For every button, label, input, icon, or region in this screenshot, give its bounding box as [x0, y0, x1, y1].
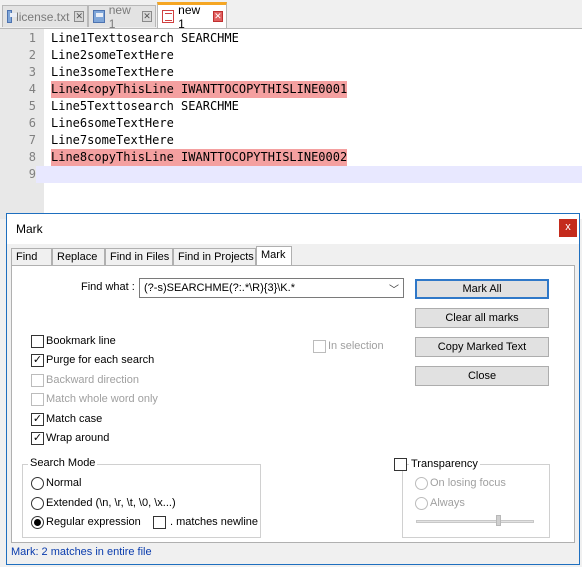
mark-panel: Find what : (?-s)SEARCHME(?:.*\R){3}\K.*…: [11, 265, 575, 543]
close-icon[interactable]: x: [559, 219, 577, 237]
editor-line[interactable]: 2 Line2someTextHere: [0, 47, 582, 64]
regex-label: Regular expression: [46, 516, 141, 528]
line-number: 5: [28, 99, 36, 113]
transparency-label: Transparency: [409, 458, 480, 470]
line-text: Line3someTextHere: [51, 65, 174, 79]
tab-find[interactable]: Find: [11, 248, 52, 266]
regex-radio[interactable]: [31, 516, 44, 529]
matches-newline-checkbox[interactable]: [153, 516, 166, 529]
find-what-combobox[interactable]: (?-s)SEARCHME(?:.*\R){3}\K.* ﹀: [139, 278, 404, 298]
always-label: Always: [430, 497, 465, 509]
editor-line[interactable]: 4 Line4copyThisLine IWANTTOCOPYTHISLINE0…: [0, 81, 582, 98]
purge-label: Purge for each search: [46, 354, 155, 366]
on-losing-focus-radio[interactable]: [415, 477, 428, 490]
matches-newline-label: . matches newline: [170, 516, 259, 528]
search-mode-title: Search Mode: [28, 457, 98, 469]
line-number: 4: [28, 82, 36, 96]
transparency-checkbox[interactable]: [394, 458, 407, 471]
tab-mark[interactable]: Mark: [256, 246, 292, 267]
close-button[interactable]: Close: [415, 366, 549, 386]
tab-label: license.txt: [16, 9, 70, 24]
bookmark-line-label: Bookmark line: [46, 335, 116, 347]
on-losing-focus-label: On losing focus: [430, 477, 506, 489]
chevron-down-icon[interactable]: ﹀: [389, 281, 399, 296]
find-what-value: (?-s)SEARCHME(?:.*\R){3}\K.*: [144, 282, 295, 294]
marked-line-text: Line4copyThisLine IWANTTOCOPYTHISLINE000…: [51, 81, 348, 98]
line-number: 1: [28, 31, 36, 45]
line-text: Line6someTextHere: [51, 116, 174, 130]
wrap-around-checkbox[interactable]: ✓: [31, 432, 44, 445]
tab-new-1-a[interactable]: new 1 ✕: [88, 3, 156, 31]
always-radio[interactable]: [415, 497, 428, 510]
close-tab-icon[interactable]: ✕: [212, 11, 223, 22]
tab-label: new 1: [108, 2, 131, 31]
in-selection-label: In selection: [328, 340, 384, 352]
tab-find-in-projects[interactable]: Find in Projects: [173, 248, 256, 266]
line-number: 2: [28, 48, 36, 62]
extended-label: Extended (\n, \r, \t, \0, \x...): [46, 497, 176, 509]
status-message: Mark: 2 matches in entire file: [11, 546, 152, 558]
match-whole-word-label: Match whole word only: [46, 393, 158, 405]
tab-replace[interactable]: Replace: [52, 248, 105, 266]
normal-radio[interactable]: [31, 477, 44, 490]
mark-all-button[interactable]: Mark All: [415, 279, 549, 299]
radio-selected-dot: [34, 519, 41, 526]
clear-all-marks-button[interactable]: Clear all marks: [415, 308, 549, 328]
transparency-slider-thumb[interactable]: [496, 515, 501, 526]
dialog-title-bar[interactable]: Mark x: [7, 214, 579, 244]
editor-line[interactable]: 8 Line8copyThisLine IWANTTOCOPYTHISLINE0…: [0, 149, 582, 166]
backward-direction-checkbox[interactable]: [31, 374, 44, 387]
editor-line-current[interactable]: 9: [0, 166, 582, 183]
tab-label: new 1: [178, 2, 201, 31]
line-number: 8: [28, 150, 36, 164]
line-number: 3: [28, 65, 36, 79]
backward-direction-label: Backward direction: [46, 374, 139, 386]
tab-find-in-files[interactable]: Find in Files: [105, 248, 173, 266]
extended-radio[interactable]: [31, 497, 44, 510]
wrap-around-label: Wrap around: [46, 432, 110, 444]
find-what-label: Find what :: [81, 281, 135, 293]
text-editor[interactable]: 1 Line1Texttosearch SEARCHME 2 Line2some…: [0, 29, 582, 219]
line-text: Line5Texttosearch SEARCHME: [51, 99, 239, 113]
purge-checkbox[interactable]: ✓: [31, 354, 44, 367]
marked-line-text: Line8copyThisLine IWANTTOCOPYTHISLINE000…: [51, 149, 348, 166]
line-number: 6: [28, 116, 36, 130]
line-number: 7: [28, 133, 36, 147]
line-text: Line1Texttosearch SEARCHME: [51, 31, 239, 45]
match-case-checkbox[interactable]: ✓: [31, 413, 44, 426]
transparency-slider-track[interactable]: [416, 520, 534, 523]
in-selection-checkbox[interactable]: [313, 340, 326, 353]
close-tab-icon[interactable]: ✕: [142, 11, 152, 22]
bookmark-line-checkbox[interactable]: [31, 335, 44, 348]
document-tab-bar: license.txt ✕ new 1 ✕ new 1 ✕: [0, 0, 582, 31]
close-tab-icon[interactable]: ✕: [74, 11, 84, 22]
tab-new-1-active[interactable]: new 1 ✕: [157, 2, 227, 31]
match-whole-word-checkbox[interactable]: [31, 393, 44, 406]
editor-line[interactable]: 6 Line6someTextHere: [0, 115, 582, 132]
normal-label: Normal: [46, 477, 82, 489]
line-number: 9: [0, 166, 36, 183]
mark-dialog: Mark x Find Replace Find in Files Find i…: [6, 213, 580, 565]
match-case-label: Match case: [46, 413, 103, 425]
file-icon: [7, 10, 18, 23]
tab-license-txt[interactable]: license.txt ✕: [2, 5, 88, 27]
editor-line[interactable]: 3 Line3someTextHere: [0, 64, 582, 81]
file-icon: [162, 10, 175, 23]
copy-marked-text-button[interactable]: Copy Marked Text: [415, 337, 549, 357]
dialog-title: Mark: [16, 222, 43, 236]
editor-line[interactable]: 5 Line5Texttosearch SEARCHME: [0, 98, 582, 115]
file-icon: [93, 10, 105, 23]
line-text: Line2someTextHere: [51, 48, 174, 62]
line-text: Line7someTextHere: [51, 133, 174, 147]
editor-line[interactable]: 7 Line7someTextHere: [0, 132, 582, 149]
editor-line[interactable]: 1 Line1Texttosearch SEARCHME: [0, 30, 582, 47]
